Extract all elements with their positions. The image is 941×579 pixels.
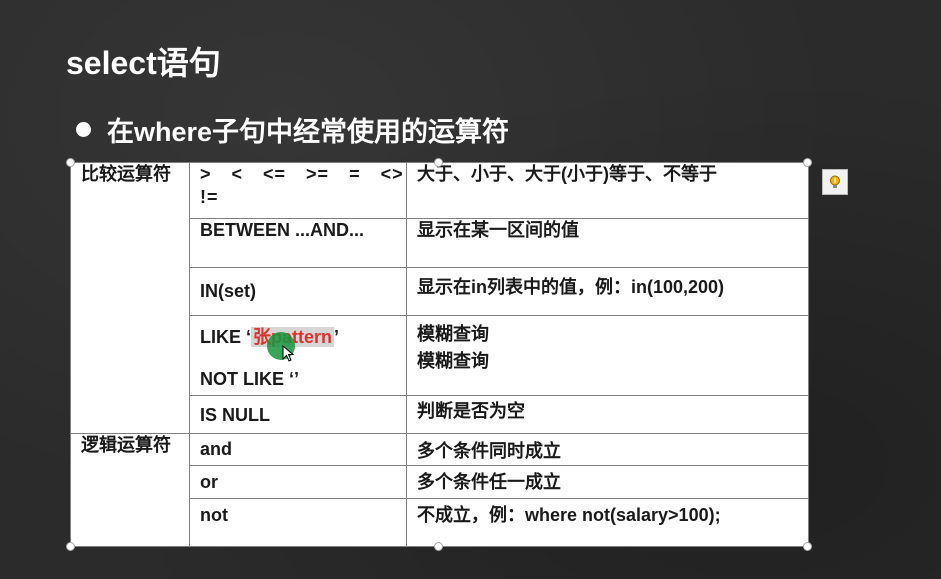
cell-operator: IN(set) <box>189 267 407 316</box>
slide-title: select语句 <box>66 45 221 81</box>
operator-table-frame[interactable]: 比较运算符 > < <= >= = <> != 大于、小于、大于(小于)等于、不… <box>70 162 809 547</box>
like-description: 模糊查询 <box>417 324 489 344</box>
cell-description: 判断是否为空 <box>406 395 809 434</box>
resize-handle-bottom-left[interactable] <box>66 542 75 551</box>
resize-handle-top-left[interactable] <box>66 158 75 167</box>
cell-operator: and <box>189 433 407 466</box>
bullet-row: 在where子句中经常使用的运算符 <box>76 110 509 149</box>
cell-description: 多个条件同时成立 <box>406 433 809 466</box>
resize-handle-top-center[interactable] <box>434 158 443 167</box>
not-like-operator: NOT LIKE ‘’ <box>200 369 299 389</box>
lightbulb-icon-glyph <box>830 175 840 188</box>
cell-description: 不成立，例：where not(salary>100); <box>406 498 809 547</box>
pointer-cursor-icon <box>282 344 296 368</box>
operator-table: 比较运算符 > < <= >= = <> != 大于、小于、大于(小于)等于、不… <box>70 162 809 547</box>
cell-operator: IS NULL <box>189 395 407 434</box>
cell-description: 显示在某一区间的值 <box>406 218 809 268</box>
not-like-description: 模糊查询 <box>417 351 489 371</box>
table-row: 比较运算符 > < <= >= = <> != 大于、小于、大于(小于)等于、不… <box>70 162 809 434</box>
cell-description: 显示在in列表中的值，例：in(100,200) <box>406 267 809 316</box>
resize-handle-bottom-center[interactable] <box>434 542 443 551</box>
bullet-dot-icon <box>76 122 91 137</box>
cell-operator: not <box>189 498 407 547</box>
like-operator: LIKE ‘张pattern’ <box>200 327 340 347</box>
cell-description: 多个条件任一成立 <box>406 465 809 499</box>
resize-handle-bottom-right[interactable] <box>803 542 812 551</box>
cell-operator: > < <= >= = <> != <box>189 162 407 219</box>
resize-handle-top-right[interactable] <box>803 158 812 167</box>
cell-operator: LIKE ‘张pattern’ NOT LIKE ‘’ <box>189 315 407 396</box>
cell-operator: or <box>189 465 407 499</box>
cell-operator: BETWEEN ...AND... <box>189 218 407 268</box>
bullet-text: 在where子句中经常使用的运算符 <box>107 117 510 147</box>
lightbulb-icon[interactable] <box>822 169 848 195</box>
cell-description: 模糊查询 模糊查询 <box>406 315 809 396</box>
cell-description: 大于、小于、大于(小于)等于、不等于 <box>406 162 809 219</box>
group-label-logic: 逻辑运算符 <box>70 433 190 547</box>
table-row: 逻辑运算符 and 多个条件同时成立 <box>70 433 809 547</box>
group-label-compare: 比较运算符 <box>70 162 190 434</box>
